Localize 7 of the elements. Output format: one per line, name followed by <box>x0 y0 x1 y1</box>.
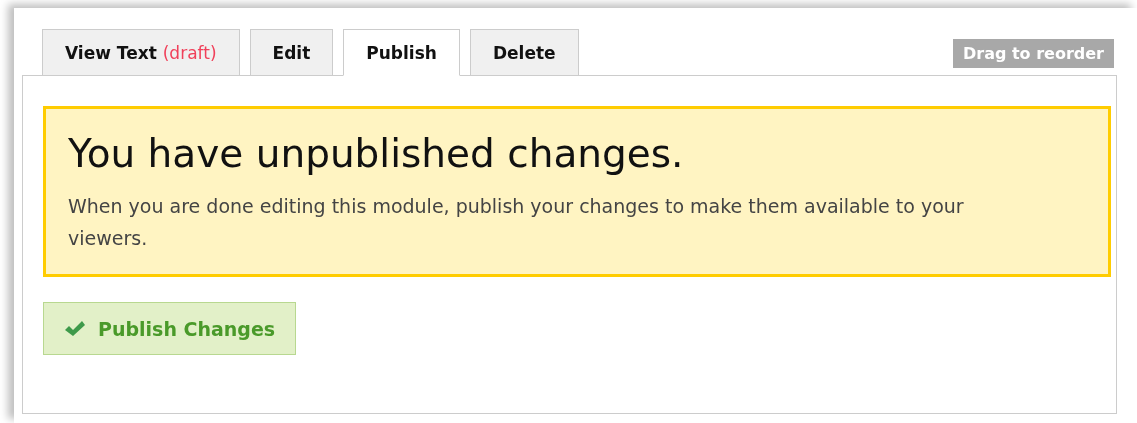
checkmark-icon <box>64 319 86 338</box>
tab[interactable]: Delete <box>469 29 579 75</box>
tab[interactable]: View Text (draft) <box>42 29 240 75</box>
notice-title: You have unpublished changes. <box>68 131 685 176</box>
tab[interactable]: Edit <box>249 29 334 75</box>
tab[interactable]: Publish <box>343 29 460 76</box>
notice-message: When you are done editing this module, publish your changes to make them available to your viewers. <box>68 194 965 251</box>
